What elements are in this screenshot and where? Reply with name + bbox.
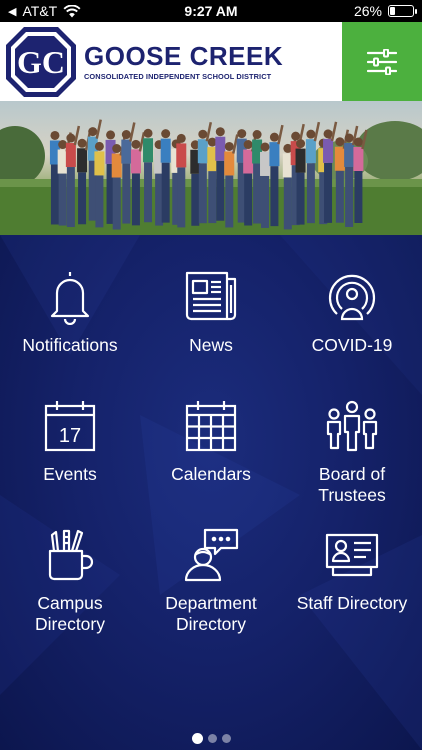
app-header: GC GOOSE CREEK CONSOLIDATED INDEPENDENT … — [0, 22, 422, 101]
logo-letters: GC — [17, 44, 65, 80]
group-icon — [326, 400, 378, 452]
calendar-grid-icon — [185, 401, 237, 452]
status-bar: ◀ AT&T 9:27 AM 26% — [0, 0, 422, 22]
tile-board-of-trustees[interactable]: Board of Trustees — [282, 398, 422, 506]
student-figure — [176, 133, 187, 228]
tile-covid-19[interactable]: COVID-19 — [282, 269, 422, 356]
student-figure — [215, 127, 226, 221]
student-figure — [260, 142, 271, 228]
tile-label: Department Directory — [165, 593, 257, 634]
student-figure — [252, 130, 263, 224]
battery-percent: 26% — [353, 3, 382, 19]
battery-level — [390, 7, 395, 15]
status-left: ◀ AT&T — [8, 3, 81, 19]
person-speech-icon — [184, 528, 239, 582]
sliders-icon — [367, 48, 397, 75]
district-name: GOOSE CREEK — [84, 40, 284, 71]
calendar-day-number: 17 — [59, 425, 81, 447]
hero-photo — [0, 101, 422, 235]
back-arrow-icon[interactable]: ◀ — [8, 5, 16, 18]
newspaper-icon — [185, 271, 237, 321]
student-figure — [94, 141, 105, 228]
bell-icon — [50, 272, 90, 325]
tile-label: Events — [43, 464, 97, 484]
menu-button[interactable] — [342, 22, 422, 101]
page-dot[interactable] — [207, 734, 217, 743]
tile-calendars[interactable]: Calendars — [141, 398, 281, 485]
tile-campus-directory[interactable]: Campus Directory — [0, 527, 140, 635]
tile-label: Calendars — [171, 464, 251, 484]
wifi-icon — [63, 4, 81, 17]
menu-grid: Notifications News COVID-19 17 Events Ca… — [0, 235, 422, 750]
brand: GOOSE CREEK CONSOLIDATED INDEPENDENT SCH… — [84, 43, 283, 81]
students-group-image — [0, 119, 422, 235]
supplies-cup-icon — [48, 529, 94, 581]
tile-notifications[interactable]: Notifications — [0, 269, 140, 356]
tile-department-directory[interactable]: Department Directory — [141, 527, 281, 635]
student-figure — [160, 129, 171, 223]
page-dot[interactable] — [221, 734, 231, 743]
tile-label: Campus Directory — [34, 593, 105, 634]
battery-icon — [388, 5, 417, 17]
tile-label: Notifications — [22, 335, 118, 355]
tile-label: News — [189, 335, 233, 355]
district-logo-icon: GC — [6, 26, 76, 97]
broadcast-person-icon — [328, 274, 376, 321]
page-dot[interactable] — [191, 733, 203, 744]
carrier-label: AT&T — [22, 3, 58, 19]
page-indicator[interactable] — [0, 733, 422, 744]
tile-staff-directory[interactable]: Staff Directory — [282, 527, 422, 614]
id-card-icon — [325, 533, 379, 577]
status-right: 26% — [353, 3, 417, 19]
tile-label: Board of Trustees — [318, 464, 386, 505]
district-subtitle: CONSOLIDATED INDEPENDENT SCHOOL DISTRICT — [84, 71, 272, 81]
tile-label: Staff Directory — [296, 593, 408, 613]
tile-news[interactable]: News — [141, 269, 281, 356]
tile-label: COVID-19 — [311, 335, 393, 355]
student-figure — [295, 139, 306, 225]
student-figure — [143, 128, 154, 223]
calendar-day-icon: 17 — [44, 401, 96, 452]
tile-events[interactable]: 17 Events — [0, 398, 140, 485]
